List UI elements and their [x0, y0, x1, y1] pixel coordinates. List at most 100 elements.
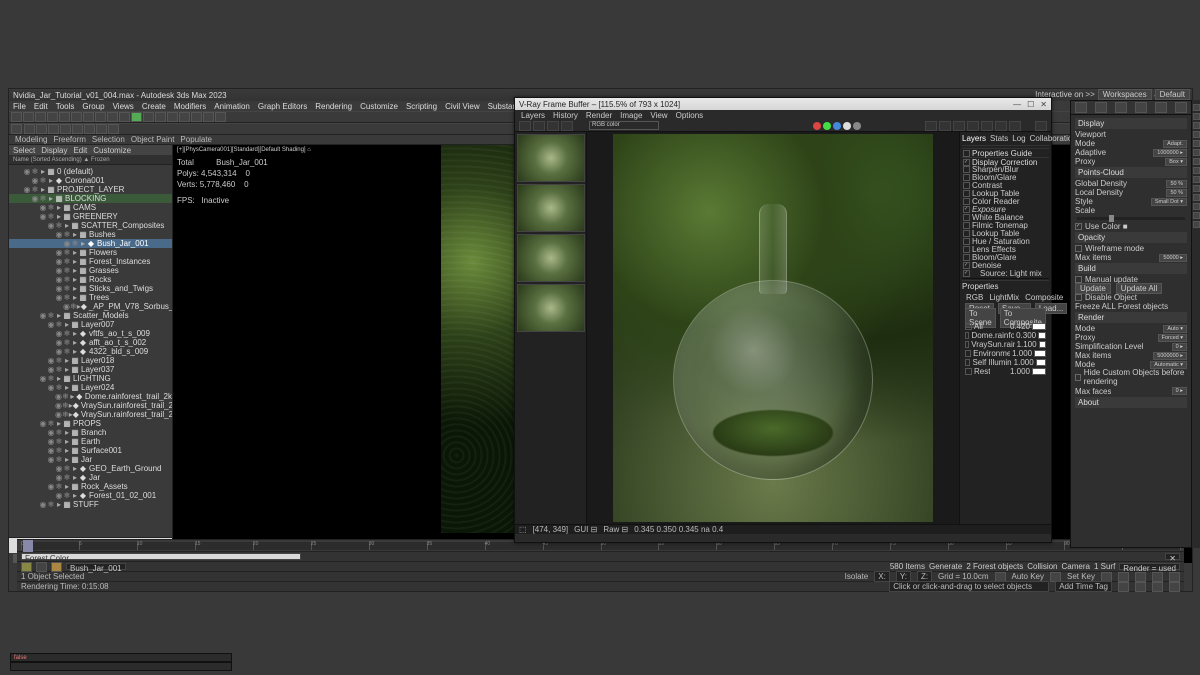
freeze-icon[interactable]: ❄	[39, 176, 47, 185]
visibility-icon[interactable]: ◉	[47, 446, 55, 455]
listener-input[interactable]	[10, 662, 232, 671]
layer-row[interactable]: ◉❄▸▦Trees	[9, 293, 172, 302]
freeze-icon[interactable]: ❄	[63, 473, 71, 482]
expand-icon[interactable]: ▸	[63, 356, 71, 365]
expand-icon[interactable]: ▸	[47, 176, 55, 185]
nav-maximize-icon[interactable]	[1169, 582, 1180, 592]
expand-icon[interactable]: ▸	[63, 221, 71, 230]
vfb-prop-tab-rgb[interactable]: RGB	[966, 293, 983, 302]
lightmix-value[interactable]: 1.000	[1014, 358, 1034, 367]
freeze-icon[interactable]: ❄	[63, 347, 71, 356]
workspace-label[interactable]: Workspaces	[1098, 89, 1152, 100]
lightmix-value[interactable]: 1.000	[1012, 349, 1032, 358]
lightmix-row[interactable]: Environment1.000	[962, 349, 1049, 358]
freeze-icon[interactable]: ❄	[47, 419, 55, 428]
expand-icon[interactable]: ▸	[71, 347, 79, 356]
expand-icon[interactable]: ▸	[69, 392, 76, 401]
se-menu-edit[interactable]: Edit	[73, 146, 87, 155]
history-thumb[interactable]	[517, 184, 585, 232]
lightmix-value[interactable]: 1.000	[1010, 367, 1030, 376]
lightmix-row[interactable]: Self Illumination1.000	[962, 358, 1049, 367]
freeze-icon[interactable]: ❄	[55, 320, 63, 329]
layer-row[interactable]: ◉❄▸▦Grasses	[9, 266, 172, 275]
vfb-blue-toggle[interactable]	[833, 122, 841, 130]
visibility-icon[interactable]: ◉	[39, 374, 47, 383]
use-color-checkbox[interactable]	[1075, 223, 1082, 230]
visibility-icon[interactable]: ◉	[55, 248, 63, 257]
layer-row[interactable]: ◉❄▸▦Scatter_Models	[9, 311, 172, 320]
vp-tool-icon[interactable]	[1193, 158, 1200, 165]
menu-scripting[interactable]: Scripting	[406, 102, 437, 111]
render-value[interactable]: 0 ▸	[1172, 343, 1187, 351]
layer-row[interactable]: ◉❄▸▦PROJECT_LAYER	[9, 185, 172, 194]
vfb-red-toggle[interactable]	[813, 122, 821, 130]
visibility-icon[interactable]: ◉	[55, 284, 63, 293]
layer-enable-checkbox[interactable]	[963, 190, 970, 197]
unlink-button[interactable]	[47, 112, 58, 122]
vfb-image-view[interactable]	[587, 132, 959, 524]
expand-icon[interactable]: ▸	[63, 383, 71, 392]
se-menu-display[interactable]: Display	[41, 146, 67, 155]
tab-motion-icon[interactable]	[1135, 102, 1147, 113]
object-row[interactable]: ◉❄▸◆VraySun.rainforest_trail_2k	[9, 401, 172, 410]
redo-button[interactable]	[23, 112, 34, 122]
freeze-icon[interactable]: ❄	[63, 230, 71, 239]
visibility-icon[interactable]: ◉	[31, 176, 39, 185]
vp-tool-icon[interactable]	[1193, 194, 1200, 201]
object-row[interactable]: ◉❄▸◆Dome.rainforest_trail_2k	[9, 392, 172, 401]
expand-icon[interactable]: ▸	[63, 437, 71, 446]
visibility-icon[interactable]: ◉	[47, 482, 55, 491]
layer-row[interactable]: ◉❄▸▦STUFF	[9, 500, 172, 509]
freeze-all-label[interactable]: Freeze ALL Forest objects	[1075, 302, 1168, 311]
object-row[interactable]: ◉❄▸◆GEO_Earth_Ground	[9, 464, 172, 473]
disable-object-checkbox[interactable]	[1075, 294, 1082, 301]
hide-custom-checkbox[interactable]	[1075, 374, 1081, 381]
vp-tool-icon[interactable]	[1193, 221, 1200, 228]
vfb-close-icon[interactable]: ✕	[1040, 100, 1047, 109]
tab-modify-icon[interactable]	[1095, 102, 1107, 113]
history-thumb[interactable]	[517, 234, 585, 282]
vfb-maximize-icon[interactable]: ☐	[1027, 100, 1034, 109]
vfb-render-last-icon[interactable]	[967, 121, 979, 131]
ribbon-toggle[interactable]	[48, 124, 59, 134]
rollout-about-head[interactable]: About	[1075, 397, 1187, 408]
next-frame-button[interactable]	[1152, 572, 1163, 582]
lightmix-enable-checkbox[interactable]	[965, 368, 972, 375]
layer-row[interactable]: ◉❄▸▦Surface001	[9, 446, 172, 455]
schematic-view-button[interactable]	[36, 124, 47, 134]
scene-explorer-columns[interactable]: Name (Sorted Ascending) ▲ Frozen	[9, 155, 172, 165]
mirror-button[interactable]	[143, 112, 154, 122]
object-row[interactable]: ◉❄▸◆Forest_01_02_001	[9, 491, 172, 500]
visibility-icon[interactable]: ◉	[55, 257, 63, 266]
ribbon-tab-object paint[interactable]: Object Paint	[131, 135, 175, 144]
select-button[interactable]	[59, 112, 70, 122]
vp-tool-icon[interactable]	[1193, 203, 1200, 210]
menu-rendering[interactable]: Rendering	[315, 102, 352, 111]
layer-row[interactable]: ◉❄▸▦Layer024	[9, 383, 172, 392]
forest-icon-3[interactable]	[51, 562, 62, 572]
menu-civil-view[interactable]: Civil View	[445, 102, 480, 111]
visibility-icon[interactable]: ◉	[47, 221, 55, 230]
visibility-icon[interactable]: ◉	[47, 356, 55, 365]
forest-icon[interactable]	[21, 562, 32, 572]
visibility-icon[interactable]: ◉	[23, 167, 31, 176]
rollout-opacity-head[interactable]: Opacity	[1075, 232, 1187, 243]
layer-enable-checkbox[interactable]	[963, 238, 970, 245]
manual-update-checkbox[interactable]	[1075, 276, 1082, 283]
freeze-icon[interactable]: ❄	[63, 275, 71, 284]
tab-create-icon[interactable]	[1075, 102, 1087, 113]
setkey-label[interactable]: Set Key	[1067, 572, 1095, 581]
visibility-icon[interactable]: ◉	[47, 437, 55, 446]
scale-slider[interactable]	[1077, 217, 1185, 220]
vp-tool-icon[interactable]	[1193, 122, 1200, 129]
vfb-prop-tab-composite[interactable]: Composite	[1025, 293, 1063, 302]
vp-tool-icon[interactable]	[1193, 140, 1200, 147]
viewport-label[interactable]: [+][PhysCamera001][Standard][Default Sha…	[177, 147, 311, 153]
freeze-icon[interactable]: ❄	[63, 491, 71, 500]
expand-icon[interactable]: ▸	[55, 311, 63, 320]
pointscloud-value[interactable]: Small Dot ▾	[1151, 198, 1187, 206]
ribbon-tab-selection[interactable]: Selection	[92, 135, 125, 144]
vfb-clear-icon[interactable]	[547, 121, 559, 131]
angle-snap-toggle[interactable]	[119, 112, 130, 122]
layer-row[interactable]: ◉❄▸▦Jar	[9, 455, 172, 464]
